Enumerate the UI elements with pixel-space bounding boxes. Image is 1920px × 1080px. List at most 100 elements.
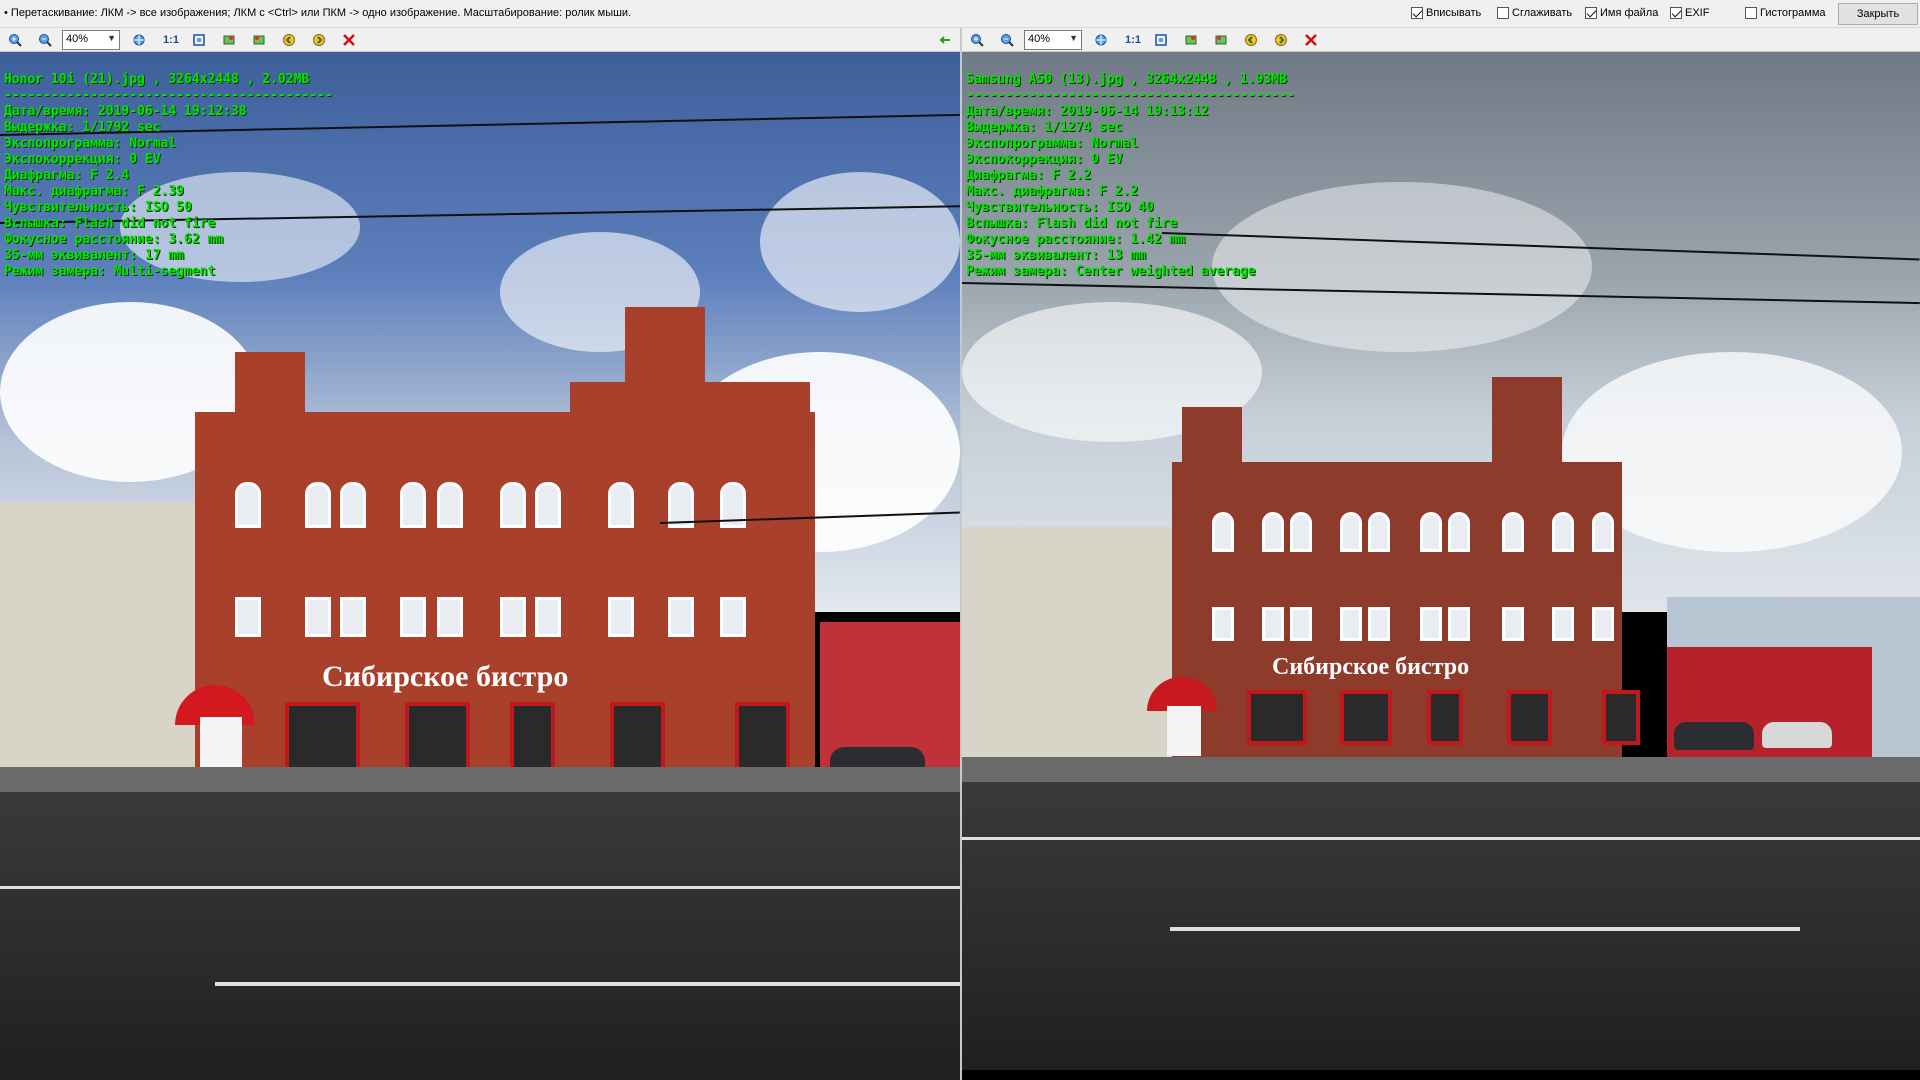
exif-line: Макс. диафрагма: F 2.2 — [966, 184, 1139, 199]
window — [608, 597, 634, 637]
zoom-select[interactable]: 40% ▼ — [1024, 30, 1082, 50]
next-image-icon[interactable] — [1272, 31, 1290, 49]
road-marking — [0, 886, 960, 889]
window — [235, 597, 261, 637]
zoom-in-icon[interactable] — [968, 31, 986, 49]
exif-line: Режим замера: Multi-segment — [4, 264, 216, 279]
window — [535, 482, 561, 528]
fit-window-icon[interactable] — [190, 31, 208, 49]
one-to-one-button[interactable]: 1:1 — [160, 31, 182, 49]
left-tower — [235, 352, 305, 432]
cloud — [760, 172, 960, 312]
left-toolbar: 40% ▼ 1:1 — [0, 28, 960, 52]
shop-window — [1247, 690, 1307, 745]
option-smooth[interactable]: Сглаживать — [1497, 7, 1572, 19]
window — [1552, 607, 1574, 641]
exif-line: Чувствительность: ISO 50 — [4, 200, 192, 215]
option-filename[interactable]: Имя файла — [1585, 7, 1658, 19]
file-header: Honor 10i (21).jpg , 3264x2448 , 2.02MB — [4, 72, 310, 87]
close-icon[interactable] — [340, 31, 358, 49]
parked-car — [1674, 722, 1754, 750]
left-tower — [1182, 407, 1242, 477]
window — [1448, 512, 1470, 552]
chevron-down-icon: ▼ — [107, 33, 116, 43]
window — [720, 597, 746, 637]
right-tower — [1492, 377, 1562, 477]
window — [1420, 512, 1442, 552]
shop-window — [405, 702, 470, 772]
window — [1290, 607, 1312, 641]
window — [400, 482, 426, 528]
file-header: Samsung A50 (13).jpg , 3264x2448 , 1.93M… — [966, 72, 1287, 87]
close-button[interactable]: Закрыть — [1838, 3, 1918, 25]
left-image-pane[interactable]: 40% ▼ 1:1 Сибирское бистро Honor 10i (21… — [0, 28, 960, 1080]
window — [1262, 512, 1284, 552]
prev-image-icon[interactable] — [1242, 31, 1260, 49]
left-photo: Сибирское бистро Honor 10i (21).jpg , 32… — [0, 52, 960, 1080]
zoom-out-icon[interactable] — [36, 31, 54, 49]
exif-line: Дата/время: 2019-06-14 19:13:12 — [966, 104, 1209, 119]
road — [0, 792, 960, 1080]
exif-line: Режим замера: Center weighted average — [966, 264, 1256, 279]
next-image-icon[interactable] — [310, 31, 328, 49]
rotate-right-icon[interactable] — [250, 31, 268, 49]
window — [500, 597, 526, 637]
exif-line: Фокусное расстояние: 1.42 mm — [966, 232, 1186, 247]
checkbox-fit[interactable] — [1411, 7, 1423, 19]
fit-window-icon[interactable] — [1152, 31, 1170, 49]
option-fit[interactable]: Вписывать — [1411, 7, 1481, 19]
shop-window — [510, 702, 555, 772]
window — [1368, 607, 1390, 641]
close-icon[interactable] — [1302, 31, 1320, 49]
window — [1212, 607, 1234, 641]
top-bar: • Перетаскивание: ЛКМ -> все изображения… — [0, 0, 1920, 28]
exif-line: Выдержка: 1/1792 sec — [4, 120, 161, 135]
fit-icon[interactable] — [130, 31, 148, 49]
shop-window — [1507, 690, 1552, 745]
exif-line: Диафрагма: F 2.4 — [4, 168, 130, 183]
one-to-one-button[interactable]: 1:1 — [1122, 31, 1144, 49]
prev-image-icon[interactable] — [280, 31, 298, 49]
shop-window — [1340, 690, 1392, 745]
exif-line: Дата/время: 2019-06-14 19:12:38 — [4, 104, 247, 119]
checkbox-histogram[interactable] — [1745, 7, 1757, 19]
window — [1552, 512, 1574, 552]
window — [1502, 512, 1524, 552]
exif-line: Чувствительность: ISO 40 — [966, 200, 1154, 215]
storefront-sign: Сибирское бистро — [1272, 654, 1470, 680]
window — [305, 482, 331, 528]
exif-line: Фокусное расстояние: 3.62 mm — [4, 232, 224, 247]
sync-arrow-icon[interactable] — [936, 31, 954, 49]
exif-line: Вспышка: Flash did not fire — [4, 216, 216, 231]
exif-line: Выдержка: 1/1274 sec — [966, 120, 1123, 135]
checkbox-exif[interactable] — [1670, 7, 1682, 19]
fit-icon[interactable] — [1092, 31, 1110, 49]
checkbox-smooth[interactable] — [1497, 7, 1509, 19]
shop-window — [1427, 690, 1463, 745]
rotate-left-icon[interactable] — [1182, 31, 1200, 49]
window — [1592, 512, 1614, 552]
rotate-left-icon[interactable] — [220, 31, 238, 49]
road-marking — [1170, 927, 1800, 931]
rotate-right-icon[interactable] — [1212, 31, 1230, 49]
right-image-pane[interactable]: 40% ▼ 1:1 Сибирское бистро Samsung A50 (… — [962, 28, 1920, 1080]
window — [668, 597, 694, 637]
window — [235, 482, 261, 528]
option-fit-label: Вписывать — [1426, 7, 1482, 19]
side-building — [962, 527, 1172, 777]
option-histogram-label: Гистограмма — [1760, 7, 1826, 19]
zoom-out-icon[interactable] — [998, 31, 1016, 49]
window — [1448, 607, 1470, 641]
checkbox-filename[interactable] — [1585, 7, 1597, 19]
zoom-select[interactable]: 40% ▼ — [62, 30, 120, 50]
zoom-in-icon[interactable] — [6, 31, 24, 49]
entrance-door — [1167, 706, 1201, 756]
option-filename-label: Имя файла — [1600, 7, 1659, 19]
side-building — [0, 502, 200, 772]
window — [1420, 607, 1442, 641]
right-upper — [570, 382, 810, 442]
option-exif[interactable]: EXIF — [1670, 7, 1709, 19]
option-exif-label: EXIF — [1685, 7, 1710, 19]
option-histogram[interactable]: Гистограмма — [1745, 7, 1826, 19]
window — [500, 482, 526, 528]
